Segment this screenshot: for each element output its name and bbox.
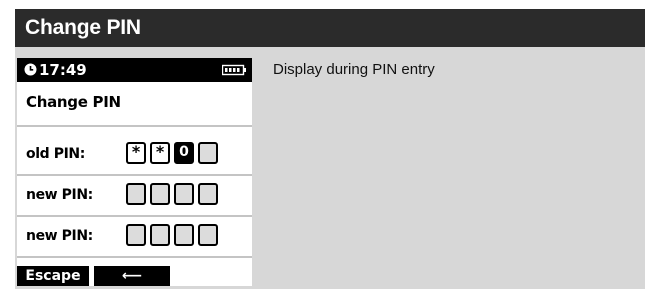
page-frame: Change PIN Display during PIN entry 17:4…	[15, 9, 645, 289]
softkey-bar: Escape ⟵	[17, 266, 252, 286]
page-title: Change PIN	[25, 16, 141, 39]
status-time: 17:49	[39, 61, 87, 79]
divider	[17, 174, 252, 176]
divider	[17, 256, 252, 258]
new-pin-label: new PIN:	[26, 187, 93, 203]
old-pin-digit-1[interactable]: *	[126, 142, 146, 164]
new-pin-digit-4[interactable]	[198, 183, 218, 205]
battery-icon	[222, 64, 246, 76]
confirm-pin-digit-3[interactable]	[174, 224, 194, 246]
new-pin-digit-3[interactable]	[174, 183, 194, 205]
divider	[17, 215, 252, 217]
confirm-pin-digit-4[interactable]	[198, 224, 218, 246]
left-arrow-icon[interactable]: ⟵	[94, 266, 170, 286]
escape-softkey[interactable]: Escape	[17, 266, 89, 286]
device-display: 17:49 Change PIN old PIN: * * 0 new PIN:	[17, 58, 252, 286]
new-pin-digit-2[interactable]	[150, 183, 170, 205]
new-pin-digit-1[interactable]	[126, 183, 146, 205]
old-pin-digit-2[interactable]: *	[150, 142, 170, 164]
caption-text: Display during PIN entry	[273, 61, 435, 78]
old-pin-digit-3[interactable]: 0	[174, 142, 194, 164]
old-pin-digit-4[interactable]	[198, 142, 218, 164]
header-bar: Change PIN	[15, 9, 645, 47]
old-pin-label: old PIN:	[26, 146, 85, 162]
confirm-pin-digit-2[interactable]	[150, 224, 170, 246]
status-bar: 17:49	[17, 58, 252, 82]
confirm-pin-digit-1[interactable]	[126, 224, 146, 246]
confirm-pin-label: new PIN:	[26, 228, 93, 244]
divider	[17, 125, 252, 127]
clock-icon	[24, 63, 37, 76]
screen-title: Change PIN	[26, 93, 121, 111]
